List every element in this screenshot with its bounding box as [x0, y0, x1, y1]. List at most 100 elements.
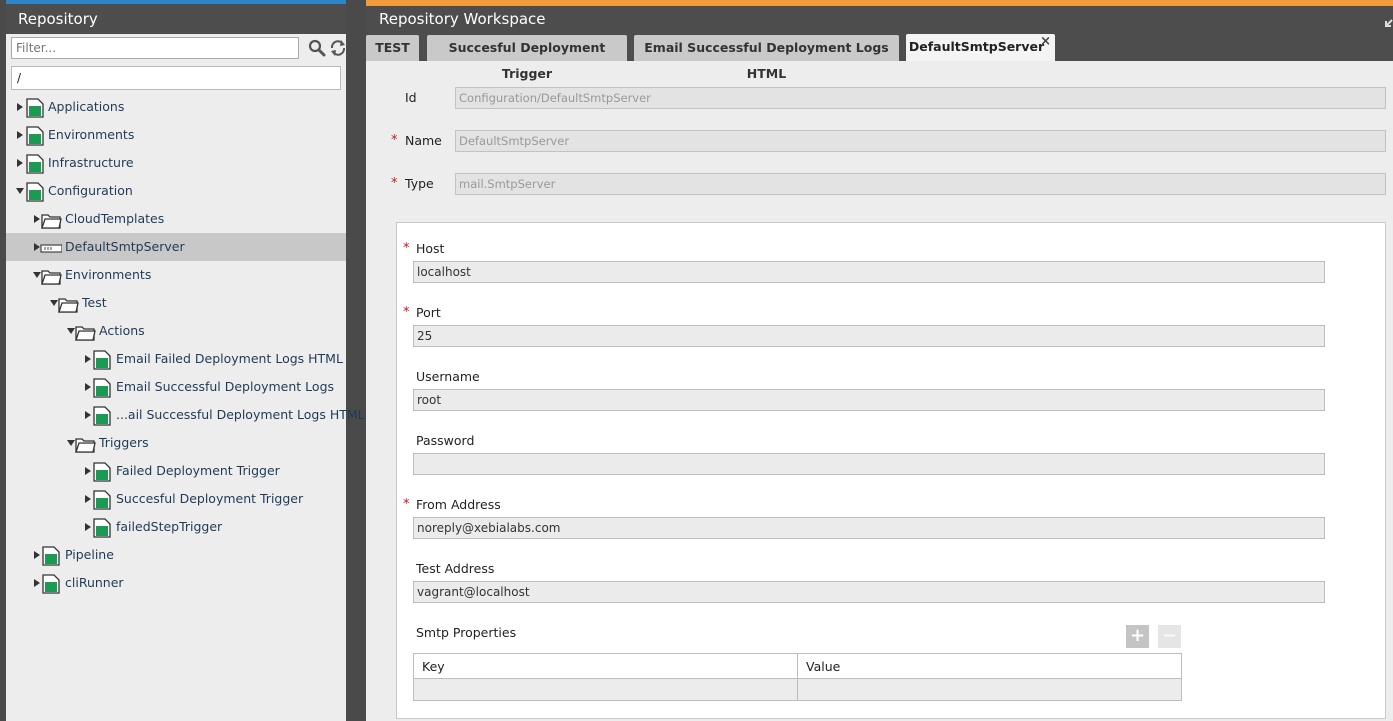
type-field: mail.SmtpServer [455, 173, 1386, 195]
table-header-row: Key Value [413, 653, 1182, 679]
tree-item[interactable]: Environments [6, 121, 346, 149]
smtp-settings-panel: * Host localhost * Port 25 Username root… [396, 222, 1386, 719]
tab-email-successful-deployment-logs-html[interactable]: Email Successful Deployment Logs HTML [634, 35, 899, 81]
host-label: Host [416, 241, 445, 256]
tree-item[interactable]: Test [6, 289, 346, 317]
required-marker: * [403, 305, 410, 320]
tree-item[interactable]: Environments [6, 261, 346, 289]
tab-test[interactable]: TEST [366, 35, 419, 61]
ci-icon [93, 378, 111, 398]
test-address-label: Test Address [416, 561, 495, 576]
tree-item-label: CloudTemplates [65, 211, 165, 226]
tree-item[interactable]: Infrastructure [6, 149, 346, 177]
tab-defaultsmtpserver[interactable]: DefaultSmtpServer × [906, 34, 1055, 61]
tree-item[interactable]: Applications [6, 93, 346, 121]
ci-icon [93, 406, 111, 426]
name-label: Name [405, 133, 442, 148]
tab-label: Email Successful Deployment Logs HTML [644, 40, 889, 81]
folder-icon [41, 214, 62, 229]
repository-title: Repository [6, 4, 346, 34]
tree-item-label: Infrastructure [48, 155, 134, 170]
test-address-input[interactable]: vagrant@localhost [413, 581, 1325, 603]
value-column-header: Value [797, 653, 1182, 679]
search-icon[interactable] [308, 39, 326, 57]
restore-icon[interactable] [1384, 16, 1393, 28]
tree-item-label: Email Failed Deployment Logs HTML [116, 351, 343, 366]
table-row[interactable] [413, 678, 1182, 701]
tab-succesful-deployment-trigger[interactable]: Succesful Deployment Trigger [427, 35, 627, 81]
tree-item[interactable]: Actions [6, 317, 346, 345]
password-label: Password [416, 433, 475, 448]
tree-item-label: Applications [48, 99, 125, 114]
folder-icon [58, 298, 79, 313]
tree-item[interactable]: Email Successful Deployment Logs [6, 373, 346, 401]
tree-item[interactable]: CloudTemplates [6, 205, 346, 233]
ci-icon [26, 182, 44, 202]
required-marker: * [403, 497, 410, 512]
id-label: Id [405, 90, 417, 105]
tree-item[interactable]: Email Failed Deployment Logs HTML [6, 345, 346, 373]
tree-item[interactable]: ...ail Successful Deployment Logs HTML [6, 401, 365, 429]
tree-item-label: Environments [65, 267, 152, 282]
id-field-row: Id Configuration/DefaultSmtpServer [366, 87, 1393, 109]
required-marker: * [403, 241, 410, 256]
refresh-icon[interactable] [329, 39, 347, 57]
tree-item[interactable]: Succesful Deployment Trigger [6, 485, 346, 513]
collapsed-arrow-icon[interactable] [16, 159, 24, 167]
workspace-tabs: TEST Succesful Deployment Trigger Email … [366, 34, 1393, 81]
host-input[interactable]: localhost [413, 261, 1325, 283]
folder-icon [75, 326, 96, 341]
port-label: Port [416, 305, 441, 320]
remove-property-button[interactable]: − [1158, 625, 1181, 648]
tree-item[interactable]: failedStepTrigger [6, 513, 346, 541]
smtp-properties-label: Smtp Properties [416, 625, 517, 640]
type-field-row: * Type mail.SmtpServer [366, 173, 1393, 195]
username-label: Username [416, 369, 480, 384]
filter-row [11, 37, 346, 59]
folder-icon [75, 438, 96, 453]
ci-icon [93, 462, 111, 482]
collapsed-arrow-icon[interactable] [16, 131, 24, 139]
ci-icon [93, 518, 111, 538]
tab-label: Succesful Deployment Trigger [448, 40, 606, 81]
tree-item-label: Actions [99, 323, 145, 338]
expanded-arrow-icon[interactable] [16, 187, 24, 195]
add-property-button[interactable]: + [1126, 625, 1149, 648]
collapsed-arrow-icon[interactable] [16, 103, 24, 111]
server-icon [40, 244, 62, 253]
filter-input[interactable] [11, 37, 299, 59]
tab-label: TEST [375, 40, 410, 55]
ci-icon [26, 98, 44, 118]
tree-item-label: Pipeline [65, 547, 114, 562]
workspace-title: Repository Workspace [366, 6, 1393, 34]
tree-item[interactable]: cliRunner [6, 569, 346, 597]
password-input[interactable] [413, 453, 1325, 475]
tree-item-label: Triggers [99, 435, 149, 450]
tree-item[interactable]: Triggers [6, 429, 346, 457]
key-column-header: Key [413, 653, 798, 679]
ci-icon [26, 154, 44, 174]
smtp-properties-table: Key Value [413, 653, 1182, 701]
port-input[interactable]: 25 [413, 325, 1325, 347]
tree-item-label: Test [82, 295, 107, 310]
ci-icon [42, 546, 60, 566]
tree-item-label: Succesful Deployment Trigger [116, 491, 304, 506]
tree-item[interactable]: Failed Deployment Trigger [6, 457, 346, 485]
tree-item[interactable]: DefaultSmtpServer [6, 233, 346, 261]
path-input[interactable] [11, 66, 341, 90]
tree-item-label: cliRunner [65, 575, 124, 590]
tree-item[interactable]: Pipeline [6, 541, 346, 569]
tree-item-label: Environments [48, 127, 135, 142]
name-field-row: * Name DefaultSmtpServer [366, 130, 1393, 152]
username-input[interactable]: root [413, 389, 1325, 411]
type-label: Type [405, 176, 434, 191]
close-tab-icon[interactable]: × [1040, 29, 1051, 55]
id-field: Configuration/DefaultSmtpServer [455, 87, 1386, 109]
value-cell[interactable] [797, 678, 1182, 701]
required-marker: * [391, 176, 398, 191]
key-cell[interactable] [413, 678, 798, 701]
tree-item[interactable]: Configuration [6, 177, 346, 205]
name-field: DefaultSmtpServer [455, 130, 1386, 152]
tree-item-label: DefaultSmtpServer [65, 239, 185, 254]
from-address-input[interactable]: noreply@xebialabs.com [413, 517, 1325, 539]
